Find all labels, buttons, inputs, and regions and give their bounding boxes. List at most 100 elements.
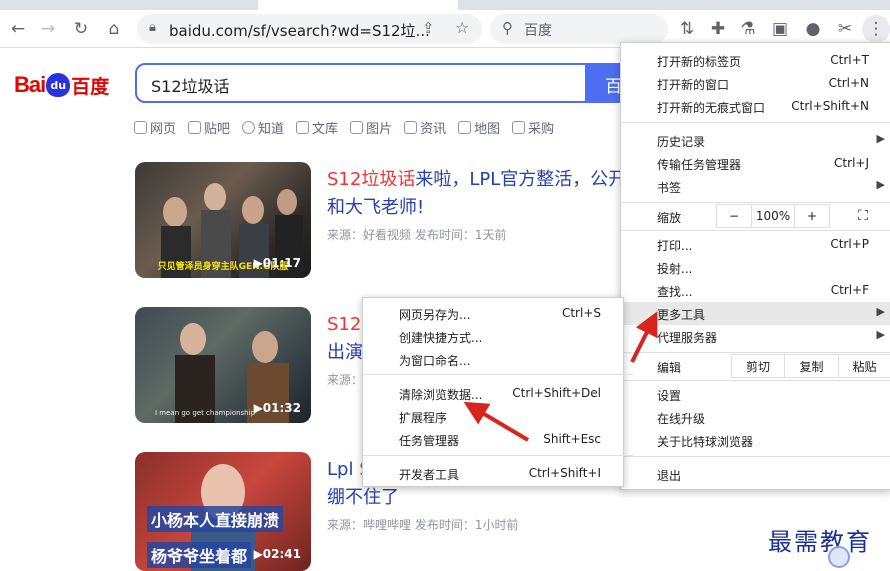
video-thumbnail[interactable]: 小杨本人直接崩溃 杨爷爷坐着都 ▶02:41 (135, 452, 311, 571)
thumbnail-caption-1: 小杨本人直接崩溃 (147, 506, 284, 532)
result-title[interactable]: S12垃圾话来啦，LPL官方整活，公开 (327, 166, 626, 194)
result-title-line2[interactable]: 绷不住了 (327, 484, 399, 512)
share-icon[interactable]: ⇪ (422, 19, 435, 37)
logo-cn: 百度 (71, 75, 110, 98)
cut-button[interactable]: 剪切 (731, 354, 785, 378)
menu-separator (621, 380, 890, 381)
lock-icon: 🔒︎ (149, 20, 156, 35)
search-input[interactable]: S12垃圾话 (135, 63, 587, 103)
forward-icon[interactable]: → (34, 15, 62, 43)
menu-new-window[interactable]: 打开新的窗口 Ctrl+N (621, 72, 890, 95)
zoom-level: 100% (752, 204, 794, 228)
active-tab[interactable] (258, 0, 458, 10)
watermark-logo-icon (828, 546, 850, 568)
menu-exit[interactable]: 退出 (621, 463, 890, 486)
menu-clear-browsing-data[interactable]: 清除浏览数据... Ctrl+Shift+Del (363, 382, 623, 405)
logo-bai: Bai (14, 72, 46, 97)
chevron-right-icon: ▶ (876, 305, 885, 318)
video-duration: ▶01:17 (253, 256, 301, 270)
menu-downloads[interactable]: 传输任务管理器 Ctrl+J (621, 152, 890, 175)
zoom-in-button[interactable]: + (794, 204, 830, 228)
extensions-puzzle-icon[interactable]: ✚ (704, 15, 732, 43)
menu-cast[interactable]: 投射... (621, 256, 890, 279)
menu-new-tab[interactable]: 打开新的标签页 Ctrl+T (621, 49, 890, 72)
home-icon[interactable]: ⌂ (100, 15, 128, 43)
video-duration: ▶01:32 (253, 401, 301, 415)
tab-web[interactable]: 网页 (134, 118, 176, 137)
tab-zhidao[interactable]: 知道 (242, 118, 284, 137)
news-icon (404, 121, 418, 134)
tab-news[interactable]: 资讯 (404, 118, 446, 137)
menu-update[interactable]: 在线升级 (621, 406, 890, 429)
menu-kebab-icon[interactable]: ⋮ (862, 15, 890, 43)
tieba-icon (188, 121, 202, 134)
menu-separator (621, 456, 890, 457)
zhidao-icon (242, 121, 256, 134)
menu-task-manager[interactable]: 任务管理器 Shift+Esc (363, 428, 623, 451)
web-icon (134, 121, 147, 134)
zoom-row: 缩放 − 100% + ⛶ (621, 204, 890, 228)
tab-map[interactable]: 地图 (458, 118, 500, 137)
back-icon[interactable]: ← (4, 15, 32, 43)
menu-create-shortcut[interactable]: 创建快捷方式... (363, 325, 623, 348)
fullscreen-icon[interactable]: ⛶ (843, 204, 883, 228)
chevron-right-icon: ▶ (876, 178, 885, 191)
more-tools-submenu: 网页另存为... Ctrl+S 创建快捷方式... 为窗口命名... 清除浏览数据… (362, 297, 633, 487)
menu-separator (363, 455, 633, 456)
side-search-text: 百度 (524, 23, 552, 39)
sidepanel-icon[interactable]: ▣ (766, 15, 794, 43)
menu-devtools[interactable]: 开发者工具 Ctrl+Shift+I (363, 462, 623, 485)
result-title-line2[interactable]: 出演 (327, 339, 363, 367)
zoom-out-button[interactable]: − (716, 204, 752, 228)
menu-settings[interactable]: 设置 (621, 383, 890, 406)
image-icon (350, 121, 364, 134)
logo-paw-icon: du (46, 73, 71, 97)
menu-separator (363, 374, 633, 375)
search-nav-tabs: 网页 贴吧 知道 文库 图片 资讯 地图 采购 (134, 118, 566, 137)
chevron-right-icon: ▶ (876, 132, 885, 145)
menu-print[interactable]: 打印... Ctrl+P (621, 233, 890, 256)
copy-button[interactable]: 复制 (785, 354, 839, 378)
purchase-icon (512, 121, 526, 134)
menu-save-page[interactable]: 网页另存为... Ctrl+S (363, 302, 623, 325)
tab-wenku[interactable]: 文库 (296, 118, 338, 137)
watermark-text: 最需教育 (768, 528, 872, 556)
menu-more-tools[interactable]: 更多工具 ▶ (621, 302, 890, 325)
tab-tieba[interactable]: 贴吧 (188, 118, 230, 137)
menu-about[interactable]: 关于比特球浏览器 (621, 429, 890, 452)
sort-icon[interactable]: ⇅ (673, 15, 701, 43)
menu-extensions[interactable]: 扩展程序 (363, 405, 623, 428)
flask-icon[interactable]: ⚗ (734, 15, 762, 43)
address-bar[interactable]: 🔒︎ baidu.com/sf/vsearch?wd=S12垃... ⇪ ☆ (137, 14, 482, 44)
menu-bookmarks[interactable]: 书签 ▶ (621, 175, 890, 198)
bookmark-star-icon[interactable]: ☆ (455, 18, 469, 37)
wenku-icon (296, 121, 310, 134)
menu-separator (621, 202, 890, 203)
result-source: 来源：哔哩哔哩 发布时间：1小时前 (327, 518, 519, 532)
tab-image[interactable]: 图片 (350, 118, 392, 137)
menu-proxy[interactable]: 代理服务器 ▶ (621, 325, 890, 348)
tab-strip (0, 0, 890, 10)
edit-label: 编辑 (657, 361, 682, 375)
menu-incognito[interactable]: 打开新的无痕式窗口 Ctrl+Shift+N (621, 95, 890, 118)
video-thumbnail[interactable]: 只见管泽员身穿主队GEN.G队服 ▶01:17 (135, 162, 311, 278)
menu-find[interactable]: 查找... Ctrl+F (621, 279, 890, 302)
paste-button[interactable]: 粘贴 (839, 354, 890, 378)
baidu-logo[interactable]: Bai du 百度 (14, 70, 109, 100)
side-search-box[interactable]: ⚲ 百度 (490, 14, 668, 44)
menu-history[interactable]: 历史记录 ▶ (621, 129, 890, 152)
search-query: S12垃圾话 (151, 77, 230, 96)
result-title-line2[interactable]: 和大飞老师! (327, 194, 424, 222)
chevron-right-icon: ▶ (876, 328, 885, 341)
menu-name-window[interactable]: 为窗口命名... (363, 348, 623, 371)
menu-separator (621, 230, 890, 231)
scissors-icon[interactable]: ✂ (831, 15, 859, 43)
menu-separator (621, 122, 890, 123)
profile-icon[interactable]: ● (799, 15, 827, 43)
browser-main-menu: 打开新的标签页 Ctrl+T 打开新的窗口 Ctrl+N 打开新的无痕式窗口 Ctrl… (620, 42, 890, 490)
video-thumbnail[interactable]: I mean go get championship ▶01:32 (135, 307, 311, 423)
reload-icon[interactable]: ↻ (67, 15, 95, 43)
tab-purchase[interactable]: 采购 (512, 118, 554, 137)
result-source: 来源：好看视频 发布时间：1天前 (327, 228, 507, 242)
url-text: baidu.com/sf/vsearch?wd=S12垃... (169, 22, 430, 40)
